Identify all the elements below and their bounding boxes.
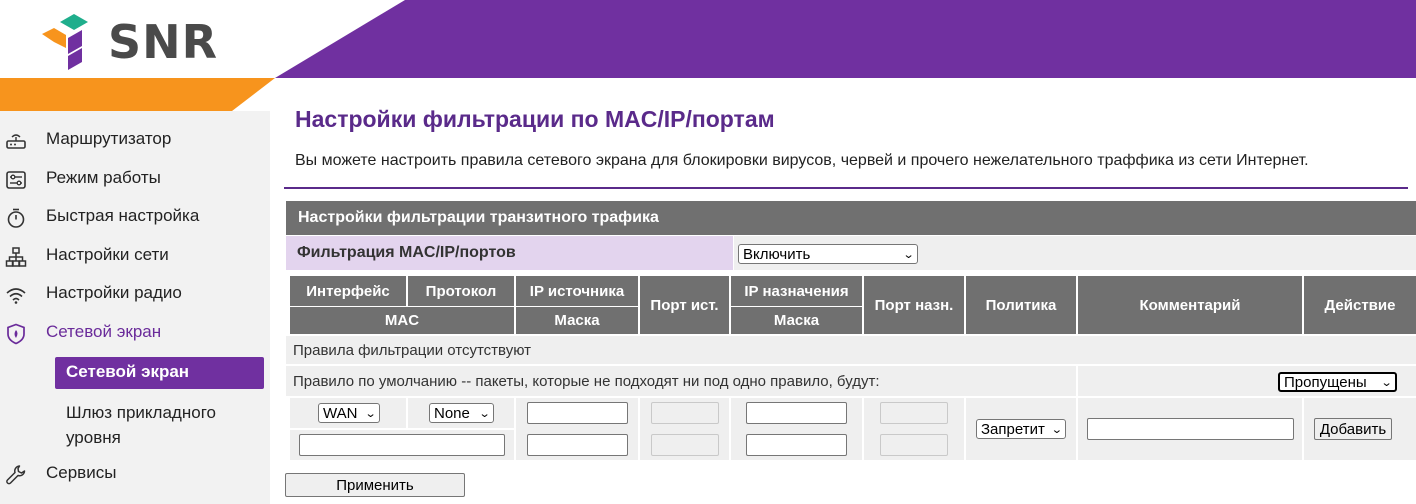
- chevron-down-icon: ⌄: [364, 408, 377, 420]
- interface-select-value: WAN: [323, 405, 358, 422]
- comment-input[interactable]: [1087, 418, 1294, 440]
- sidebar-item-firewall[interactable]: Сетевой экран: [0, 316, 270, 350]
- panel-header: Настройки фильтрации транзитного трафика: [286, 201, 1416, 235]
- th-interface: Интерфейс: [290, 276, 406, 306]
- sidebar-item-quick-setup[interactable]: Быстрая настройка: [0, 200, 270, 234]
- wrench-icon: [6, 465, 26, 485]
- dst-port-from-input[interactable]: [880, 402, 948, 424]
- th-dst-ip: IP назначения: [731, 276, 862, 306]
- sidebar-item-services[interactable]: Сервисы: [0, 457, 270, 491]
- mode-icon: [6, 171, 26, 189]
- chevron-down-icon: ⌄: [1048, 420, 1063, 438]
- panel-title: Настройки фильтрации транзитного трафика: [298, 209, 659, 226]
- form-cell-action: Добавить: [1304, 398, 1416, 460]
- sidebar: Маршрутизатор Режим работы Быстрая настр…: [0, 111, 270, 504]
- sidebar-item-network[interactable]: Настройки сети: [0, 239, 270, 273]
- dst-mask-input[interactable]: [746, 434, 847, 456]
- add-button[interactable]: Добавить: [1314, 418, 1392, 440]
- page-description: Вы можете настроить правила сетевого экр…: [295, 152, 1309, 169]
- sidebar-item-router[interactable]: Маршрутизатор: [0, 123, 270, 157]
- default-policy-value: Пропущены: [1284, 374, 1367, 391]
- filter-value-cell: Включить ⌄: [734, 236, 1416, 270]
- network-icon: [5, 247, 27, 267]
- default-policy-select[interactable]: Пропущены ⌄: [1278, 372, 1397, 392]
- sidebar-item-label: Настройки сети: [46, 245, 169, 264]
- wifi-icon: [6, 288, 26, 304]
- chevron-down-icon: ⌄: [902, 249, 915, 261]
- form-cell-mac: [290, 430, 514, 460]
- logo-cube-icon: [42, 14, 88, 70]
- mac-input[interactable]: [299, 434, 505, 456]
- th-mac: MAC: [290, 307, 514, 334]
- policy-select-value: Запретит: [981, 421, 1045, 438]
- filter-row: Фильтрация MAC/IP/портов Включить ⌄: [286, 236, 1416, 270]
- default-rule-value-cell: Пропущены ⌄: [1078, 366, 1416, 396]
- chevron-down-icon: ⌄: [478, 408, 491, 420]
- filter-label-cell: Фильтрация MAC/IP/портов: [286, 236, 733, 270]
- th-dst-mask: Маска: [731, 307, 862, 334]
- router-icon: [6, 134, 26, 149]
- sidebar-subitem-firewall[interactable]: Сетевой экран: [55, 357, 264, 389]
- shield-icon: [7, 323, 25, 345]
- th-src-port: Порт ист.: [640, 276, 729, 334]
- form-cell-dst: [731, 398, 862, 460]
- empty-rules-text: Правила фильтрации отсутствуют: [293, 342, 531, 359]
- th-protocol: Протокол: [408, 276, 514, 306]
- header: SNR: [0, 0, 1416, 111]
- default-rule-text: Правило по умолчанию -- пакеты, которые …: [293, 373, 880, 390]
- form-cell-interface: WAN ⌄: [290, 398, 406, 428]
- sidebar-item-label: Сетевой экран: [46, 322, 162, 341]
- sidebar-item-label: Сервисы: [46, 463, 117, 482]
- dst-port-to-input[interactable]: [880, 434, 948, 456]
- src-port-from-input[interactable]: [651, 402, 719, 424]
- apply-button[interactable]: Применить: [285, 473, 465, 497]
- dst-ip-input[interactable]: [746, 402, 847, 424]
- th-dst-port: Порт назн.: [864, 276, 964, 334]
- sidebar-item-label: Маршрутизатор: [46, 129, 172, 148]
- form-cell-src-port: [640, 398, 729, 460]
- th-policy: Политика: [966, 276, 1076, 334]
- filter-enable-select[interactable]: Включить ⌄: [738, 244, 918, 264]
- src-ip-input[interactable]: [527, 402, 628, 424]
- th-action: Действие: [1304, 276, 1416, 334]
- policy-select[interactable]: Запретит ⌄: [976, 419, 1066, 439]
- th-src-ip: IP источника: [516, 276, 638, 306]
- th-comment: Комментарий: [1078, 276, 1302, 334]
- empty-rules-row: Правила фильтрации отсутствуют: [286, 336, 1416, 364]
- logo[interactable]: SNR: [42, 12, 232, 72]
- form-cell-protocol: None ⌄: [408, 398, 514, 428]
- sidebar-item-label: Быстрая настройка: [46, 206, 200, 225]
- src-mask-input[interactable]: [527, 434, 628, 456]
- logo-text: SNR: [108, 15, 219, 69]
- sidebar-item-radio[interactable]: Настройки радио: [0, 277, 270, 311]
- form-cell-policy: Запретит ⌄: [966, 398, 1076, 460]
- form-cell-comment: [1078, 398, 1302, 460]
- filter-enable-value: Включить: [743, 246, 811, 263]
- protocol-select[interactable]: None ⌄: [429, 403, 494, 423]
- form-cell-dst-port: [864, 398, 964, 460]
- sidebar-item-label: Режим работы: [46, 168, 161, 187]
- protocol-select-value: None: [434, 405, 470, 422]
- form-cell-src: [516, 398, 638, 460]
- interface-select[interactable]: WAN ⌄: [318, 403, 380, 423]
- sidebar-subitem-label: Сетевой экран: [66, 362, 190, 381]
- page-title: Настройки фильтрации по MAC/IP/портам: [295, 106, 775, 132]
- sidebar-item-mode[interactable]: Режим работы: [0, 162, 270, 196]
- title-divider: [284, 187, 1408, 189]
- chevron-down-icon: ⌄: [1380, 377, 1393, 389]
- th-src-mask: Маска: [516, 307, 638, 334]
- sidebar-subitem-alg[interactable]: Шлюз прикладного уровня: [66, 400, 266, 450]
- sidebar-item-label: Настройки радио: [46, 283, 182, 302]
- stopwatch-icon: [7, 208, 25, 228]
- filter-label: Фильтрация MAC/IP/портов: [297, 244, 516, 261]
- default-rule-label-cell: Правило по умолчанию -- пакеты, которые …: [286, 366, 1076, 396]
- src-port-to-input[interactable]: [651, 434, 719, 456]
